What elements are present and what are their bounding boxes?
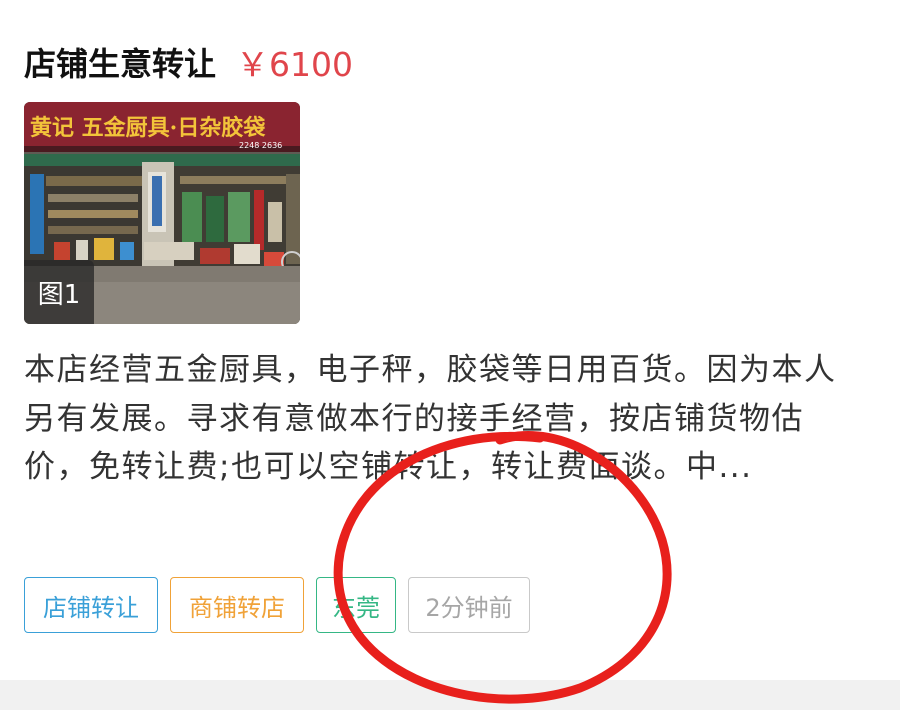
- image-index-badge: 图1: [24, 260, 94, 324]
- listing-card[interactable]: 店铺生意转让 ￥6100 黄记 五金厨具·日杂胶袋 2248 2636 图1 本…: [0, 0, 900, 680]
- tag-posted-time: 2分钟前: [408, 577, 530, 633]
- shop-sign-phone: 2248 2636: [239, 141, 282, 150]
- listing-description[interactable]: 本店经营五金厨具，电子秤，胶袋等日用百货。因为本人另有发展。寻求有意做本行的接手…: [24, 346, 864, 492]
- tag-list: 店铺转让 商铺转店 东莞 2分钟前: [24, 577, 530, 633]
- title-row: 店铺生意转让 ￥6100: [24, 38, 353, 86]
- section-divider: [0, 680, 900, 710]
- tag-subcategory[interactable]: 商铺转店: [170, 577, 304, 633]
- tag-category[interactable]: 店铺转让: [24, 577, 158, 633]
- listing-title[interactable]: 店铺生意转让: [24, 39, 216, 85]
- listing-price: ￥6100: [236, 45, 353, 84]
- tag-location[interactable]: 东莞: [316, 577, 396, 633]
- shop-sign-text: 黄记 五金厨具·日杂胶袋: [30, 115, 266, 141]
- listing-photo[interactable]: 黄记 五金厨具·日杂胶袋 2248 2636 图1: [24, 102, 300, 324]
